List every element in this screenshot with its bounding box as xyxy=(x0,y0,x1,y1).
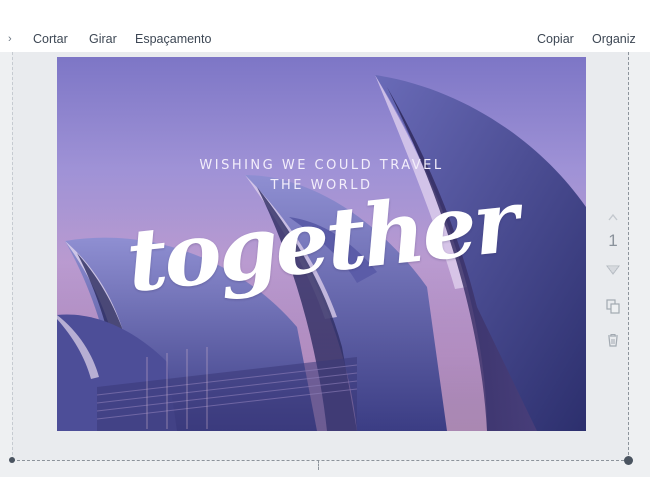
chevron-up-icon[interactable] xyxy=(605,209,621,225)
chevron-down-icon[interactable] xyxy=(605,262,621,278)
duplicate-icon[interactable] xyxy=(605,298,621,314)
arrange-button[interactable]: Organiz xyxy=(592,31,650,47)
rotate-button[interactable]: Girar xyxy=(89,31,117,47)
spacing-button[interactable]: Espaçamento xyxy=(135,31,211,47)
resize-handle-bottom-right[interactable] xyxy=(624,456,633,465)
selection-border-right xyxy=(628,52,629,460)
page-border-left xyxy=(12,52,13,460)
toolbar: › Cortar Girar Espaçamento Copiar Organi… xyxy=(0,0,650,52)
page-number: 1 xyxy=(608,231,618,250)
resize-handle-bottom-left[interactable] xyxy=(9,457,15,463)
crop-button[interactable]: Cortar xyxy=(33,31,68,47)
trash-icon[interactable] xyxy=(605,332,621,348)
copy-button[interactable]: Copiar xyxy=(537,31,574,47)
editor-app: › Cortar Girar Espaçamento Copiar Organi… xyxy=(0,0,650,477)
design-image[interactable]: WISHING WE COULD TRAVEL THE WORLD togeth… xyxy=(57,57,586,431)
page-controls: 1 xyxy=(598,213,628,355)
toolbar-scroll-left-button[interactable]: › xyxy=(8,31,12,47)
resize-handle-bottom[interactable] xyxy=(318,460,321,470)
